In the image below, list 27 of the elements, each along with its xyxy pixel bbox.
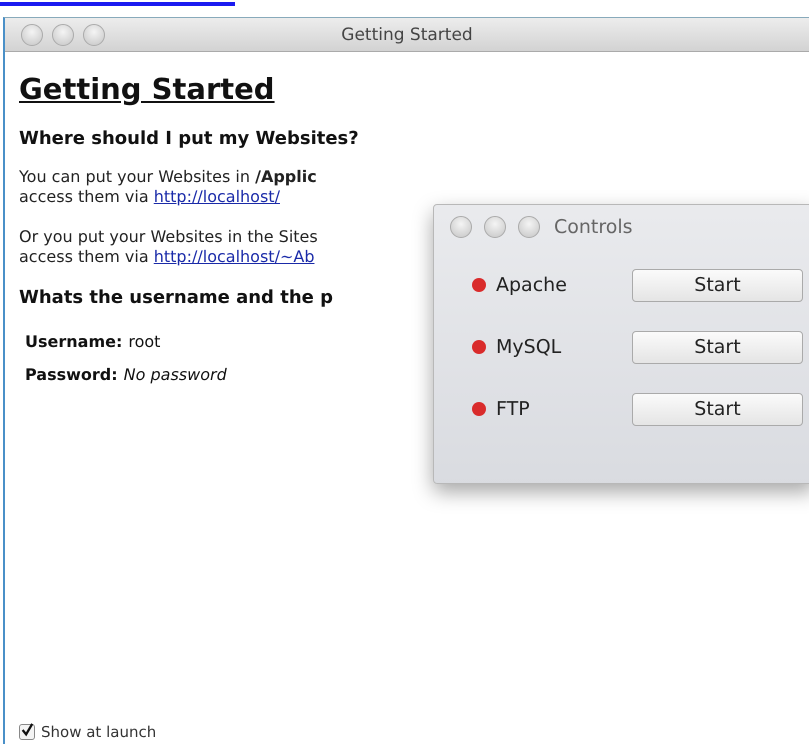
start-button[interactable]: Start <box>632 392 803 426</box>
start-button[interactable]: Start <box>632 268 803 302</box>
checkbox-label: Show at launch <box>41 723 156 741</box>
window-button[interactable] <box>484 216 506 238</box>
service-name: Apache <box>496 274 568 296</box>
field-label: Password: <box>25 365 118 384</box>
link[interactable]: http://localhost/~Ab <box>154 247 314 266</box>
start-button[interactable]: Start <box>632 330 803 364</box>
service-name: MySQL <box>496 336 562 358</box>
field-value: No password <box>124 365 227 384</box>
window-button[interactable] <box>21 24 43 46</box>
section-heading: Where should I put my Websites? <box>19 128 359 149</box>
window-button[interactable] <box>52 24 74 46</box>
window-button[interactable] <box>518 216 540 238</box>
field-value: root <box>128 332 160 351</box>
window-button[interactable] <box>450 216 472 238</box>
page-heading: Getting Started <box>19 72 275 106</box>
window-title: Getting Started <box>341 24 473 44</box>
service-name: FTP <box>496 398 531 420</box>
checkbox[interactable] <box>19 724 35 740</box>
paragraph: Or you put your Websites in the Sites access them via http://localhost/~Ab <box>19 227 318 267</box>
window-button[interactable] <box>83 24 105 46</box>
paragraph: You can put your Websites in /Applic access them via http://localhost/ <box>19 167 317 207</box>
field-label: Username: <box>25 332 122 351</box>
section-heading: Whats the username and the p <box>19 287 333 308</box>
link[interactable]: http://localhost/ <box>154 187 280 206</box>
window-title: Controls <box>554 216 633 238</box>
